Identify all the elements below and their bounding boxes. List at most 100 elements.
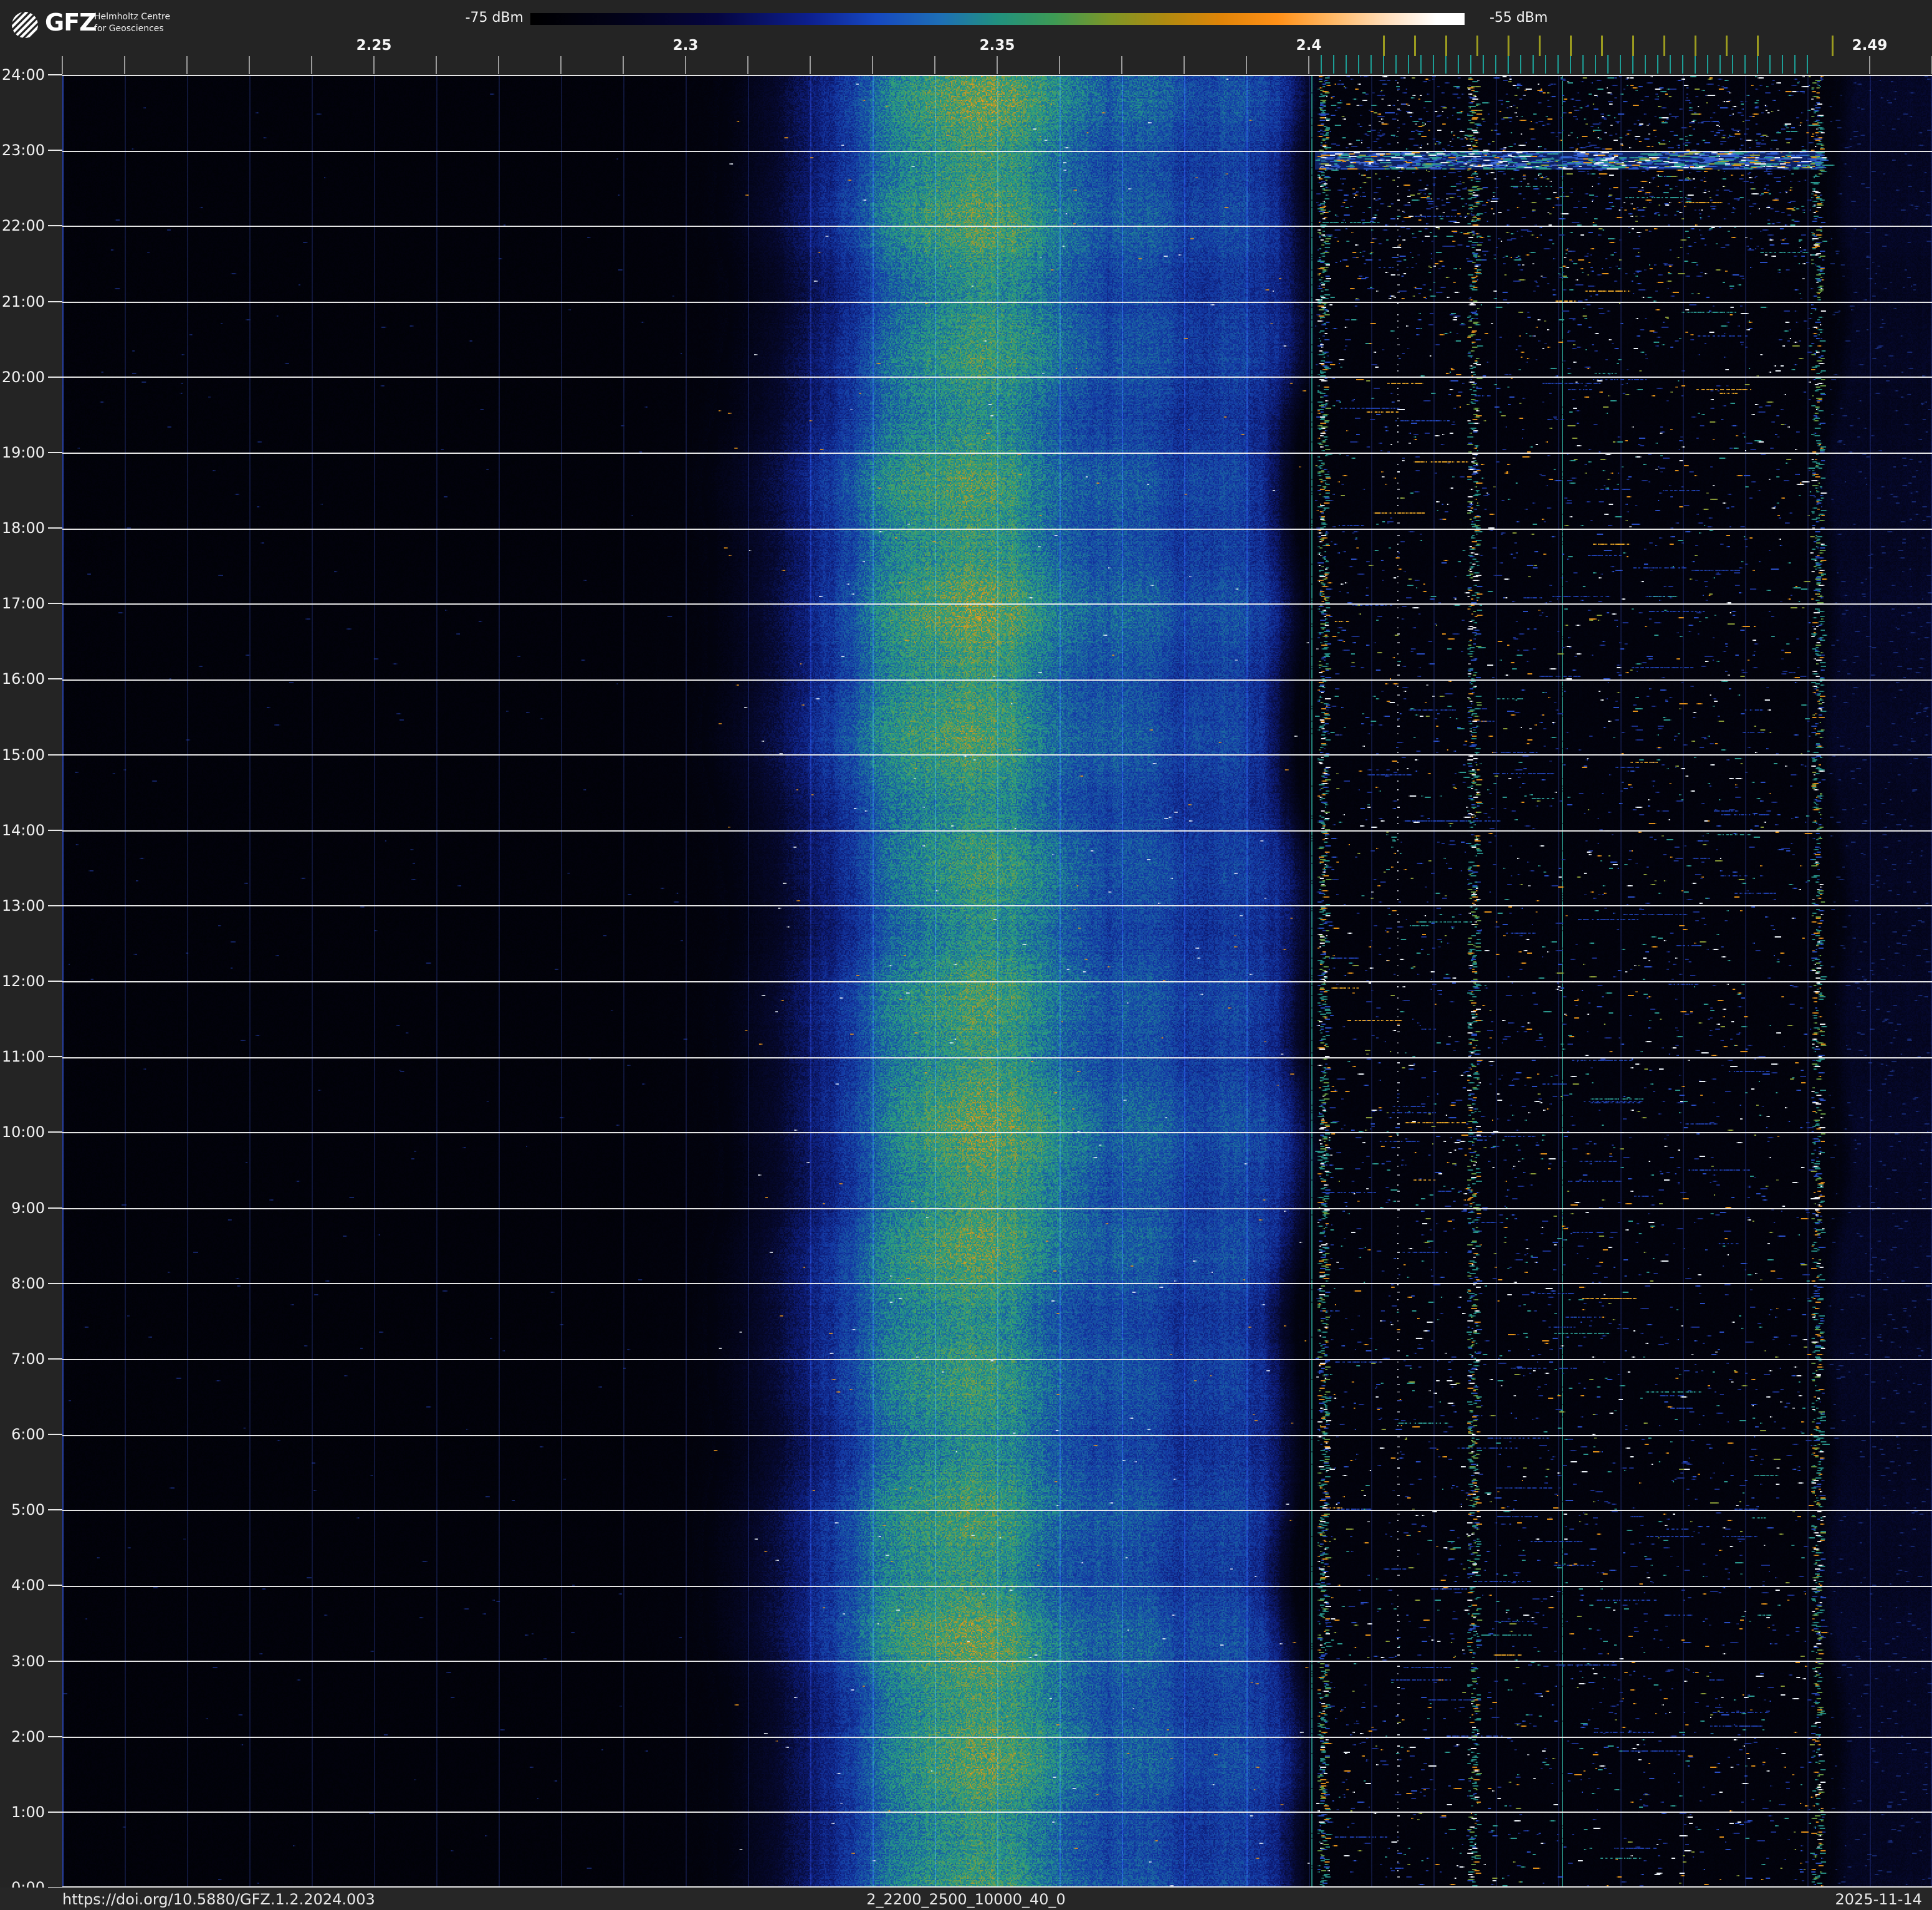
bluetooth-channel-tick [1794, 55, 1796, 74]
frequency-axis: 2.25 2.3 2.35 2.4 2.49 [0, 0, 1932, 75]
freq-tick [1308, 56, 1309, 74]
freq-axis-label: 2.25 [356, 37, 392, 54]
freq-axis-label: 2.4 [1296, 37, 1322, 54]
bluetooth-channel-tick [1520, 55, 1521, 74]
time-axis-label: 22:00 [1, 217, 45, 235]
freq-tick [623, 56, 624, 74]
freq-axis-label: 2.35 [979, 37, 1015, 54]
freq-tick [186, 56, 188, 74]
bluetooth-channel-tick [1395, 55, 1397, 74]
hour-tick [48, 1282, 62, 1284]
hour-tick [48, 905, 62, 906]
hour-tick [48, 981, 62, 982]
time-axis-label: 18:00 [1, 519, 45, 537]
wifi-channel-tick [1695, 36, 1696, 56]
wifi-channel-tick [1508, 36, 1509, 56]
hour-tick [48, 754, 62, 756]
footer-bar: https://doi.org/10.5880/GFZ.1.2.2024.003… [0, 1888, 1932, 1910]
bluetooth-channel-tick [1744, 55, 1746, 74]
bluetooth-channel-tick [1408, 55, 1409, 74]
hour-tick [48, 300, 62, 302]
bluetooth-channel-tick [1657, 55, 1658, 74]
hour-tick [48, 829, 62, 831]
bluetooth-channel-tick [1545, 55, 1546, 74]
bluetooth-channel-tick [1632, 55, 1633, 74]
time-axis-label: 14:00 [1, 821, 45, 839]
freq-tick [436, 56, 437, 74]
wifi-channel-tick [1601, 36, 1603, 56]
bluetooth-channel-tick [1321, 55, 1322, 74]
wifi-channel-tick [1445, 36, 1447, 56]
hour-tick [48, 1207, 62, 1209]
bluetooth-channel-tick [1607, 55, 1609, 74]
bluetooth-channel-tick [1695, 55, 1696, 74]
time-axis-label: 5:00 [11, 1501, 45, 1519]
freq-tick [1246, 56, 1247, 74]
hour-tick [48, 1131, 62, 1133]
bluetooth-channel-tick [1719, 55, 1721, 74]
bluetooth-channel-tick [1707, 55, 1708, 74]
freq-tick [810, 56, 811, 74]
freq-axis-label: 2.49 [1852, 37, 1888, 54]
time-axis-label: 23:00 [1, 142, 45, 160]
bluetooth-channel-tick [1557, 55, 1559, 74]
time-axis-label: 4:00 [11, 1576, 45, 1595]
hour-tick [48, 74, 62, 75]
hour-tick [48, 451, 62, 453]
hour-tick [48, 1735, 62, 1737]
freq-tick [124, 56, 125, 74]
bluetooth-channel-tick [1570, 55, 1571, 74]
bluetooth-channel-tick [1458, 55, 1459, 74]
freq-tick [1059, 56, 1060, 74]
wifi-channel-tick [1632, 36, 1634, 56]
hour-tick [48, 1811, 62, 1813]
time-axis-label: 13:00 [1, 896, 45, 914]
time-axis-label: 21:00 [1, 292, 45, 310]
bluetooth-channel-tick [1807, 55, 1808, 74]
time-axis-label: 10:00 [1, 1123, 45, 1141]
freq-tick [249, 56, 250, 74]
freq-tick [747, 56, 748, 74]
time-axis-label: 6:00 [11, 1426, 45, 1443]
bluetooth-channel-tick [1483, 55, 1484, 74]
wifi-channel-tick [1476, 36, 1478, 56]
bluetooth-channel-tick [1370, 55, 1372, 74]
freq-tick [1121, 56, 1122, 74]
wifi-channel-tick [1570, 36, 1572, 56]
date-text: 2025-11-14 [1835, 1891, 1922, 1908]
freq-tick [560, 56, 562, 74]
time-axis-label: 17:00 [1, 595, 45, 613]
hour-tick [48, 527, 62, 529]
hour-tick [48, 1509, 62, 1511]
time-axis-label: 9:00 [11, 1199, 45, 1217]
wifi-channel-tick [1832, 36, 1834, 56]
bluetooth-channel-tick [1782, 55, 1783, 74]
freq-tick [1869, 56, 1870, 74]
freq-tick [872, 56, 873, 74]
freq-tick [997, 56, 998, 74]
wifi-channel-tick [1383, 36, 1385, 56]
wifi-channel-tick [1726, 36, 1728, 56]
bluetooth-channel-tick [1508, 55, 1509, 74]
time-axis-label: 2:00 [11, 1727, 45, 1745]
bluetooth-channel-tick [1333, 55, 1334, 74]
wifi-channel-tick [1414, 36, 1416, 56]
wifi-channel-tick [1757, 36, 1759, 56]
hour-tick [48, 1585, 62, 1586]
bluetooth-channel-tick [1645, 55, 1646, 74]
wifi-channel-tick [1539, 36, 1541, 56]
bluetooth-channel-tick [1495, 55, 1496, 74]
hour-tick [48, 603, 62, 605]
dataset-name: 2_2200_2500_10000_40_0 [866, 1891, 1066, 1908]
hour-tick [48, 678, 62, 680]
time-axis-label: 24:00 [1, 66, 45, 84]
hour-tick [48, 1660, 62, 1662]
bluetooth-channel-tick [1358, 55, 1359, 74]
time-axis-label: 1:00 [11, 1803, 45, 1821]
hour-tick [48, 1056, 62, 1058]
freq-tick [934, 56, 935, 74]
freq-tick [311, 56, 312, 74]
time-axis-label: 11:00 [1, 1048, 45, 1066]
hour-tick [48, 225, 62, 227]
hour-tick [48, 150, 62, 151]
